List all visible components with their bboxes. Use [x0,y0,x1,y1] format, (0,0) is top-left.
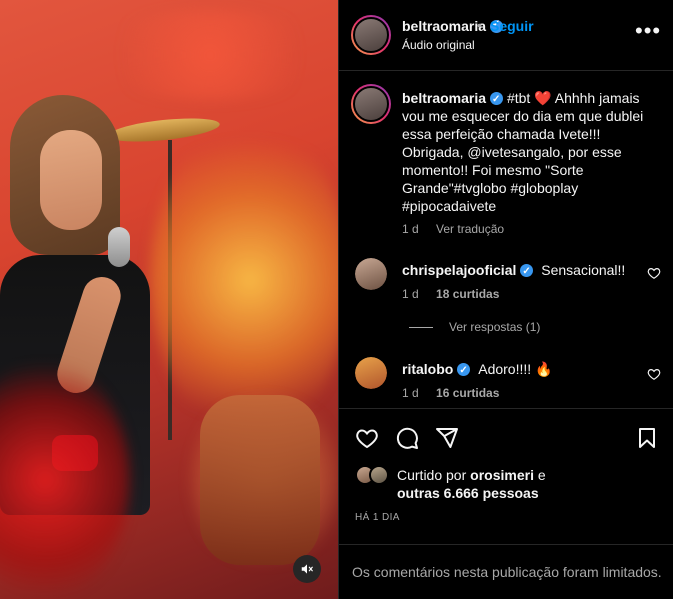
translate-link[interactable]: Ver tradução [436,222,504,236]
mute-button[interactable] [293,555,321,583]
post-caption: beltraomaria #tbt ❤️ Ahhhh jamais vou me… [402,89,664,215]
caption-meta: 1 d Ver tradução [402,222,505,236]
post-video[interactable] [0,0,338,599]
author-username[interactable]: beltraomaria [402,18,504,34]
post-timestamp[interactable]: HÁ 1 DIA [355,512,400,523]
send-icon[interactable] [435,426,459,450]
post-details-panel: beltraomaria • Seguir Áudio original •••… [338,0,673,599]
microphone [108,227,130,267]
likes-summary: Curtido por orosimeri e outras 6.666 pes… [397,467,546,501]
more-options-icon[interactable]: ••• [635,20,661,42]
speaker-muted-icon [301,564,313,574]
verified-badge-icon [457,362,471,380]
post-header: beltraomaria • Seguir Áudio original ••• [339,0,673,71]
comments-limited-notice: Os comentários nesta publicação foram li… [339,544,673,599]
comment-like-heart-icon[interactable] [647,367,661,381]
post-actions: Curtido por orosimeri e outras 6.666 pes… [339,408,673,558]
bookmark-icon[interactable] [635,426,659,450]
verified-badge-icon [520,263,534,281]
comment-like-heart-icon[interactable] [647,266,661,280]
follow-button[interactable]: Seguir [490,18,534,34]
separator-dot: • [477,17,482,33]
comment-likes[interactable]: 16 curtidas [436,386,499,400]
comment: chrispelajooficial Sensacional!! [402,261,625,281]
comment-likes[interactable]: 18 curtidas [436,287,499,301]
heart-icon[interactable] [355,426,379,450]
liker-avatars[interactable] [355,465,395,489]
comment-avatar[interactable] [355,258,387,290]
author-avatar[interactable] [351,15,391,55]
comment: ritalobo Adoro!!!! 🔥 [402,360,552,380]
liker-username[interactable]: orosimeri [470,467,534,483]
caption-author-avatar[interactable] [351,84,391,124]
view-replies-button[interactable]: Ver respostas (1) [409,320,540,334]
crowd-hand [200,395,320,565]
stage-light [90,10,330,100]
post-modal: beltraomaria • Seguir Áudio original •••… [0,0,673,599]
comment-meta: 1 d 16 curtidas [402,386,500,400]
audio-label[interactable]: Áudio original [402,38,475,52]
likes-count-link[interactable]: outras 6.666 pessoas [397,485,539,501]
avatar [369,465,389,485]
comment-avatar[interactable] [355,357,387,389]
verified-badge-icon [490,91,504,109]
comment-icon[interactable] [395,426,419,450]
comment-meta: 1 d 18 curtidas [402,287,500,301]
